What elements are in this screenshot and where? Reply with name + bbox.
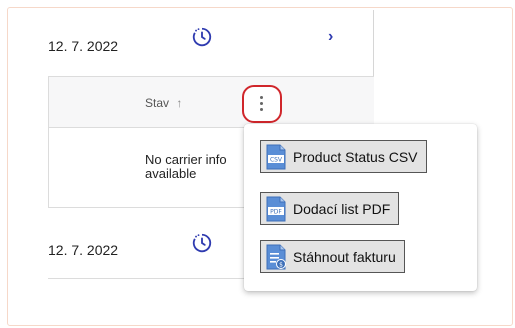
order-date: 12. 7. 2022 xyxy=(48,38,119,54)
carrier-info-line2: available xyxy=(145,166,197,181)
carrier-info-line1: No carrier info xyxy=(145,152,227,167)
menu-item-product-status-csv[interactable]: CSV Product Status CSV xyxy=(260,140,427,173)
column-header-stav[interactable]: Stav ↑ xyxy=(145,96,182,110)
order-date: 12. 7. 2022 xyxy=(48,242,119,258)
kebab-icon xyxy=(260,96,264,114)
download-menu: CSV Product Status CSV PDF Dodací list P… xyxy=(244,124,477,291)
csv-badge: CSV xyxy=(270,156,283,163)
pdf-badge: PDF xyxy=(270,208,282,215)
menu-item-label: Product Status CSV xyxy=(293,148,418,165)
menu-item-download-invoice[interactable]: $ Stáhnout fakturu xyxy=(260,240,405,273)
table-header-row: Stav ↑ xyxy=(48,76,374,128)
chevron-right-icon[interactable]: › xyxy=(328,28,333,46)
clock-icon xyxy=(192,233,212,253)
pdf-file-icon: PDF xyxy=(266,196,286,221)
menu-item-label: Dodací list PDF xyxy=(293,200,391,217)
csv-file-icon: CSV xyxy=(266,144,286,169)
more-options-button[interactable] xyxy=(242,85,282,123)
arrow-up-icon: ↑ xyxy=(176,96,183,110)
svg-text:$: $ xyxy=(279,261,283,268)
menu-item-delivery-note-pdf[interactable]: PDF Dodací list PDF xyxy=(260,192,400,225)
invoice-file-icon: $ xyxy=(266,244,286,269)
menu-item-label: Stáhnout fakturu xyxy=(293,248,396,265)
clock-icon xyxy=(192,27,212,47)
